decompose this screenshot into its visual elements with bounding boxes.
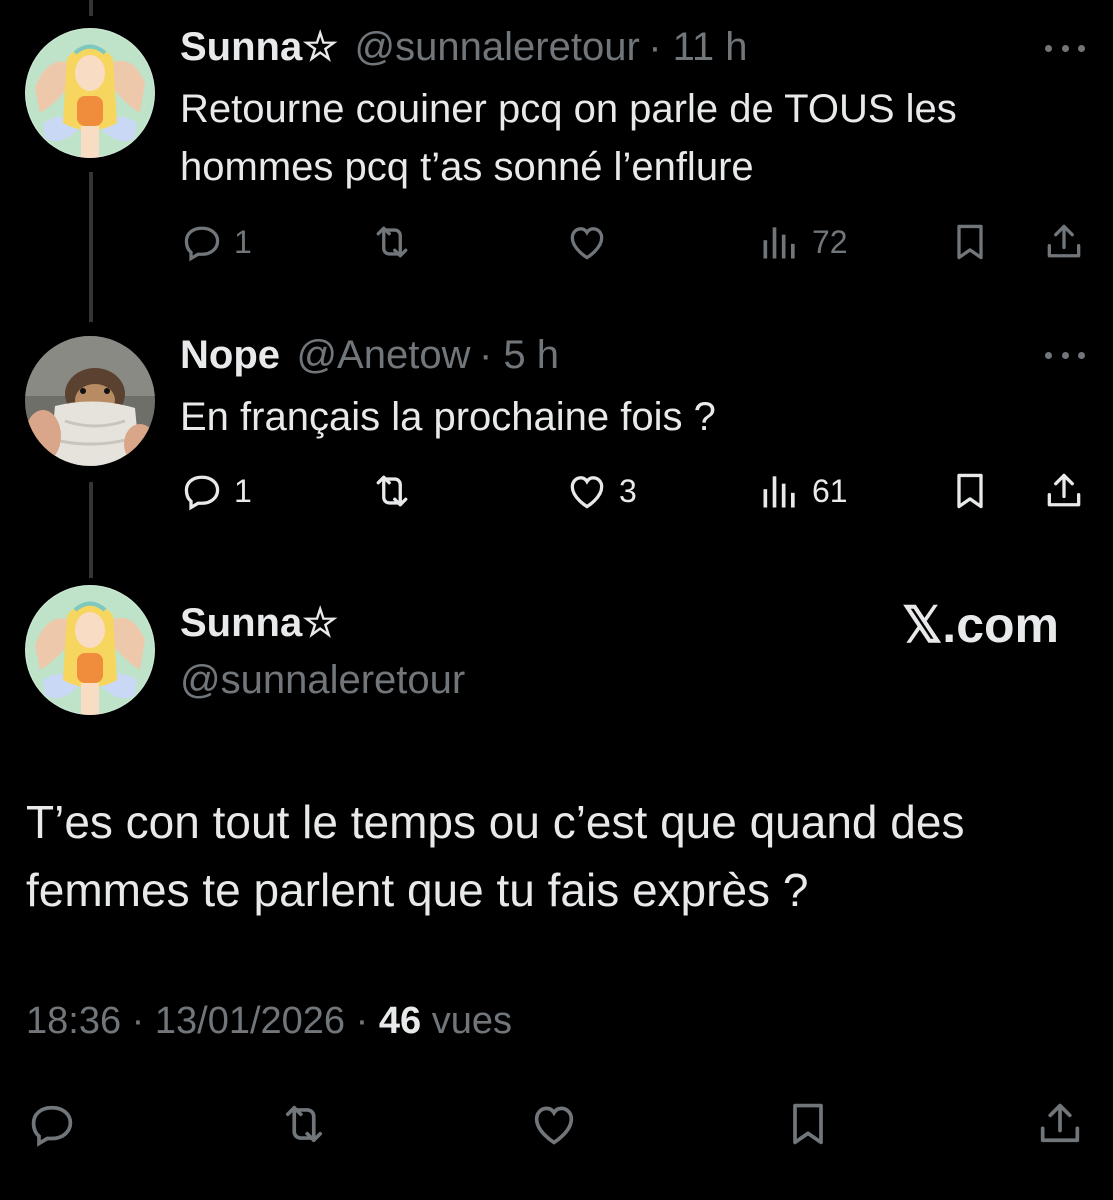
- thread-line-2: [89, 482, 93, 578]
- more-options-icon[interactable]: [1045, 45, 1085, 52]
- thread-line-1: [89, 172, 93, 322]
- avatar-nope[interactable]: [25, 336, 155, 466]
- main-author-handle[interactable]: @sunnaleretour: [180, 655, 465, 705]
- bookmark-button[interactable]: [948, 465, 992, 517]
- like-button[interactable]: 3: [565, 465, 637, 517]
- views-count: 61: [812, 472, 848, 509]
- x-com-watermark: 𝕏.com: [902, 597, 1059, 653]
- reply-1-text: Retourne couiner pcq on parle de TOUS le…: [180, 80, 957, 196]
- like-button[interactable]: [528, 1096, 580, 1152]
- avatar-sunna-main[interactable]: [25, 585, 155, 715]
- heart-icon: [534, 1106, 574, 1145]
- views-chart-icon: [763, 476, 795, 508]
- like-button[interactable]: [565, 216, 609, 268]
- reply-1-text-line-1: Retourne couiner pcq on parle de TOUS le…: [180, 87, 957, 131]
- heart-icon: [570, 227, 604, 260]
- reply-button[interactable]: 1: [180, 216, 252, 268]
- tweet-time[interactable]: 18:36: [26, 1000, 121, 1042]
- retweet-icon: [285, 1105, 323, 1143]
- meta-separator: ·: [355, 1000, 369, 1042]
- main-author-name[interactable]: Sunna☆: [180, 598, 338, 648]
- like-count: 3: [619, 472, 637, 509]
- reply-1-header: Sunna☆ @sunnaleretour · 11 h: [180, 22, 748, 72]
- views-button[interactable]: 61: [758, 465, 848, 517]
- reply-count: 1: [234, 472, 252, 509]
- views-count: 72: [812, 223, 848, 260]
- share-icon: [1047, 224, 1081, 258]
- reply-2-text-line-1: En français la prochaine fois ?: [180, 395, 716, 439]
- retweet-button[interactable]: [370, 465, 414, 517]
- share-button[interactable]: [1034, 1096, 1086, 1152]
- share-button[interactable]: [1042, 216, 1086, 268]
- author-handle[interactable]: @Anetow: [296, 333, 470, 377]
- post-time[interactable]: · 5 h: [479, 333, 559, 377]
- reply-button[interactable]: 1: [180, 465, 252, 517]
- share-icon: [1047, 473, 1081, 507]
- author-handle[interactable]: @sunnaleretour: [355, 25, 640, 69]
- author-name[interactable]: Sunna☆: [180, 25, 338, 69]
- views-count: 46: [378, 1000, 422, 1042]
- main-text-line-1: T’es con tout le temps ou c’est que quan…: [26, 796, 965, 848]
- bookmark-button[interactable]: [782, 1096, 834, 1152]
- tweet-metadata: 18:36 · 13/01/2026 · 46 vues: [26, 1000, 512, 1043]
- retweet-button[interactable]: [278, 1096, 330, 1152]
- reply-button[interactable]: [26, 1096, 78, 1152]
- heart-icon: [570, 476, 604, 509]
- retweet-button[interactable]: [370, 216, 414, 268]
- author-name[interactable]: Nope: [180, 333, 280, 377]
- bookmark-icon: [793, 1103, 823, 1145]
- comment-icon: [31, 1105, 73, 1147]
- main-text-line-2: femmes te parlent que tu fais exprès ?: [26, 864, 809, 916]
- reply-1-text-line-2: hommes pcq t’as sonné l’enflure: [180, 145, 754, 189]
- retweet-icon: [376, 226, 408, 258]
- tweet-date[interactable]: 13/01/2026: [155, 1000, 345, 1042]
- bookmark-icon: [957, 473, 983, 509]
- main-tweet-actions: [0, 1096, 1113, 1152]
- reply-2-header: Nope @Anetow · 5 h: [180, 330, 559, 380]
- bookmark-icon: [957, 224, 983, 260]
- more-options-icon[interactable]: [1045, 352, 1085, 359]
- comment-icon: [184, 226, 220, 262]
- reply-2-text: En français la prochaine fois ?: [180, 388, 716, 446]
- comment-icon: [184, 475, 220, 511]
- bookmark-button[interactable]: [948, 216, 992, 268]
- meta-separator: ·: [131, 1000, 145, 1042]
- views-button[interactable]: 72: [758, 216, 848, 268]
- thread-line-top: [89, 0, 93, 16]
- share-icon: [1040, 1103, 1080, 1143]
- views-chart-icon: [763, 227, 795, 259]
- reply-1-actions: 1 72: [180, 216, 1085, 268]
- main-tweet-text: T’es con tout le temps ou c’est que quan…: [26, 788, 1086, 924]
- avatar-sunna[interactable]: [25, 28, 155, 158]
- share-button[interactable]: [1042, 465, 1086, 517]
- reply-count: 1: [234, 223, 252, 260]
- retweet-icon: [376, 475, 408, 507]
- views-label: vues: [431, 1000, 512, 1042]
- post-time[interactable]: · 11 h: [648, 25, 747, 69]
- reply-2-actions: 1 3 61: [180, 465, 1085, 517]
